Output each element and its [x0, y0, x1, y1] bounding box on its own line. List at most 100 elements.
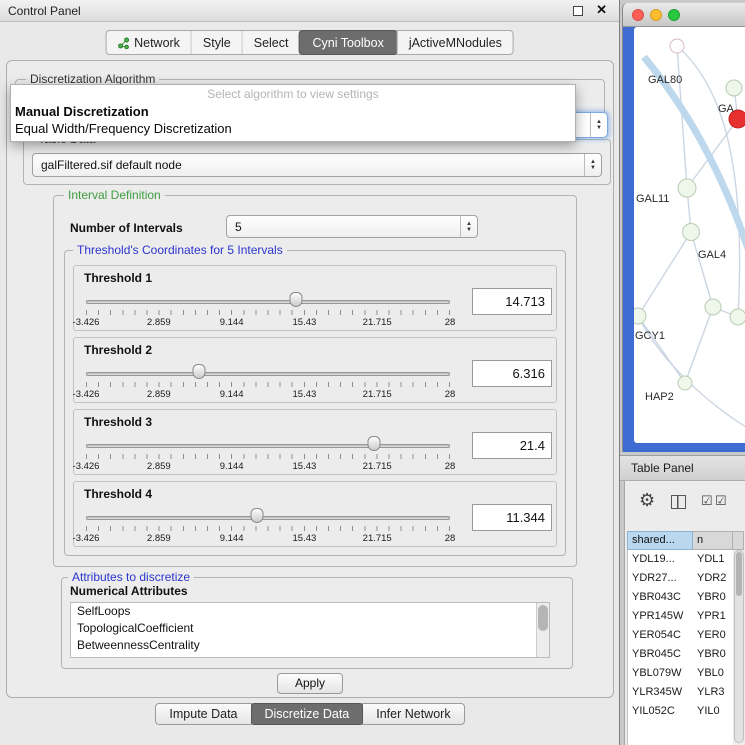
tab-jactivemnodules[interactable]: jActiveMNodules — [397, 31, 513, 54]
scale-label: 2.859 — [147, 533, 171, 544]
tab-discretize-data[interactable]: Discretize Data — [251, 703, 364, 725]
dropdown-option-equal-width-frequency[interactable]: Equal Width/Frequency Discretization — [11, 120, 575, 137]
stepper-down-icon: ▼ — [596, 125, 602, 131]
cell[interactable]: YBR043C — [628, 588, 694, 607]
threshold-2-value-field[interactable]: 6.316 — [472, 360, 552, 387]
cell[interactable]: YLR3 — [694, 683, 733, 702]
cell[interactable]: YBL0 — [694, 664, 733, 683]
table-row[interactable]: YDR27... YDR2 — [628, 569, 733, 588]
tab-impute-data[interactable]: Impute Data — [155, 703, 251, 725]
slider-track[interactable] — [86, 516, 450, 520]
tab-network[interactable]: Network — [106, 31, 191, 54]
cell[interactable]: YDR27... — [628, 569, 694, 588]
network-node[interactable] — [705, 299, 721, 315]
table-data-combobox[interactable]: galFiltered.sif default node ▲ ▼ — [32, 153, 602, 177]
network-node[interactable] — [683, 224, 700, 241]
threshold-4-value-field[interactable]: 11.344 — [472, 504, 552, 531]
table-panel-title: Table Panel — [631, 456, 694, 481]
tab-style[interactable]: Style — [191, 31, 242, 54]
table-row[interactable]: YBR045C YBR0 — [628, 645, 733, 664]
list-item[interactable]: TopologicalCoefficient — [71, 620, 549, 637]
table-scrollbar[interactable] — [734, 550, 744, 743]
cell[interactable]: YBR045C — [628, 645, 694, 664]
float-window-icon[interactable] — [573, 6, 583, 16]
cell[interactable]: YPR145W — [628, 607, 694, 626]
tab-infer-network[interactable]: Infer Network — [362, 703, 464, 725]
top-tab-bar: Network Style Select Cyni Toolbox jActiv… — [105, 30, 514, 55]
network-node[interactable] — [726, 80, 742, 96]
table-row[interactable]: YER054C YER0 — [628, 626, 733, 645]
network-node[interactable] — [730, 309, 745, 325]
cyni-toolbox-panel: Discretization Algorithm ▲ ▼ Table Data … — [6, 60, 614, 698]
table-row[interactable]: YBR043C YBR0 — [628, 588, 733, 607]
attributes-group: Attributes to discretize Numerical Attri… — [61, 577, 573, 669]
cell[interactable]: YIL052C — [628, 702, 694, 721]
select-rows-checkbox-icon[interactable]: ☑ — [701, 493, 713, 509]
list-scrollbar-thumb[interactable] — [538, 605, 548, 631]
list-scrollbar[interactable] — [536, 603, 549, 657]
table-row[interactable]: YPR145W YPR1 — [628, 607, 733, 626]
combo-stepper-icon[interactable]: ▲ ▼ — [584, 154, 601, 176]
slider-thumb[interactable] — [251, 508, 264, 523]
combo-stepper-icon[interactable]: ▲ ▼ — [460, 216, 477, 237]
table-row[interactable]: YIL052C YIL0 — [628, 702, 733, 721]
network-node[interactable] — [670, 39, 684, 53]
settings-gear-icon[interactable]: ⚙ — [639, 490, 655, 511]
cell[interactable]: YDR2 — [694, 569, 733, 588]
threshold-1-value-field[interactable]: 14.713 — [472, 288, 552, 315]
cell[interactable]: YLR345W — [628, 683, 694, 702]
column-header-name[interactable]: n — [693, 531, 733, 550]
cell[interactable]: YER0 — [694, 626, 733, 645]
tab-select[interactable]: Select — [242, 31, 300, 54]
threshold-1-slider[interactable]: -3.426 2.859 9.144 15.43 21.715 28 — [86, 288, 450, 330]
cell[interactable]: YBL079W — [628, 664, 694, 683]
zoom-traffic-light-icon[interactable] — [668, 9, 680, 21]
tab-cyni-toolbox[interactable]: Cyni Toolbox — [298, 30, 397, 55]
scale-label: 21.715 — [363, 533, 392, 544]
slider-thumb[interactable] — [192, 364, 205, 379]
slider-track[interactable] — [86, 300, 450, 304]
cell[interactable]: YPR1 — [694, 607, 733, 626]
network-node[interactable] — [634, 308, 646, 324]
slider-thumb[interactable] — [290, 292, 303, 307]
slider-thumb[interactable] — [367, 436, 380, 451]
network-canvas[interactable]: GAL80 GA GAL11 GAL4 GCY1 HAP2 — [634, 27, 745, 443]
dropdown-option-manual-discretization[interactable]: Manual Discretization — [11, 102, 575, 120]
scale-label: -3.426 — [73, 317, 100, 328]
tab-label: Style — [203, 36, 231, 50]
slider-track[interactable] — [86, 372, 450, 376]
column-manager-icon[interactable] — [671, 495, 686, 509]
cell[interactable]: YER054C — [628, 626, 694, 645]
cell[interactable]: YBR0 — [694, 588, 733, 607]
table-header-row: shared... n — [625, 531, 745, 550]
column-header-shared-name[interactable]: shared... — [627, 531, 693, 550]
select-all-checkbox-icon[interactable]: ☑ — [715, 493, 727, 509]
network-node[interactable] — [678, 179, 696, 197]
apply-button[interactable]: Apply — [277, 673, 343, 694]
table-row[interactable]: YBL079W YBL0 — [628, 664, 733, 683]
list-item[interactable]: SelfLoops — [71, 603, 549, 620]
list-item[interactable]: BetweennessCentrality — [71, 637, 549, 654]
minimize-traffic-light-icon[interactable] — [650, 9, 662, 21]
combo-stepper-icon[interactable]: ▲ ▼ — [590, 113, 607, 137]
cell[interactable]: YBR0 — [694, 645, 733, 664]
table-scrollbar-thumb[interactable] — [736, 552, 742, 596]
threshold-3-value-field[interactable]: 21.4 — [472, 432, 552, 459]
number-of-intervals-combobox[interactable]: 5 ▲ ▼ — [226, 215, 478, 238]
network-graph — [634, 27, 745, 443]
threshold-2-slider[interactable]: -3.426 2.859 9.144 15.43 21.715 28 — [86, 360, 450, 402]
threshold-4-slider[interactable]: -3.426 2.859 9.144 15.43 21.715 28 — [86, 504, 450, 546]
table-row[interactable]: YLR345W YLR3 — [628, 683, 733, 702]
scale-label: 28 — [445, 461, 456, 472]
cell[interactable]: YIL0 — [694, 702, 733, 721]
close-window-icon[interactable]: ✕ — [596, 2, 607, 18]
network-node[interactable] — [678, 376, 692, 390]
slider-track[interactable] — [86, 444, 450, 448]
table-row[interactable]: YDL19... YDL1 — [628, 550, 733, 569]
node-label-partial: GA — [718, 103, 734, 115]
cell[interactable]: YDL1 — [694, 550, 733, 569]
cell[interactable]: YDL19... — [628, 550, 694, 569]
threshold-3-slider[interactable]: -3.426 2.859 9.144 15.43 21.715 28 — [86, 432, 450, 474]
close-traffic-light-icon[interactable] — [632, 9, 644, 21]
node-label: HAP2 — [645, 391, 674, 403]
